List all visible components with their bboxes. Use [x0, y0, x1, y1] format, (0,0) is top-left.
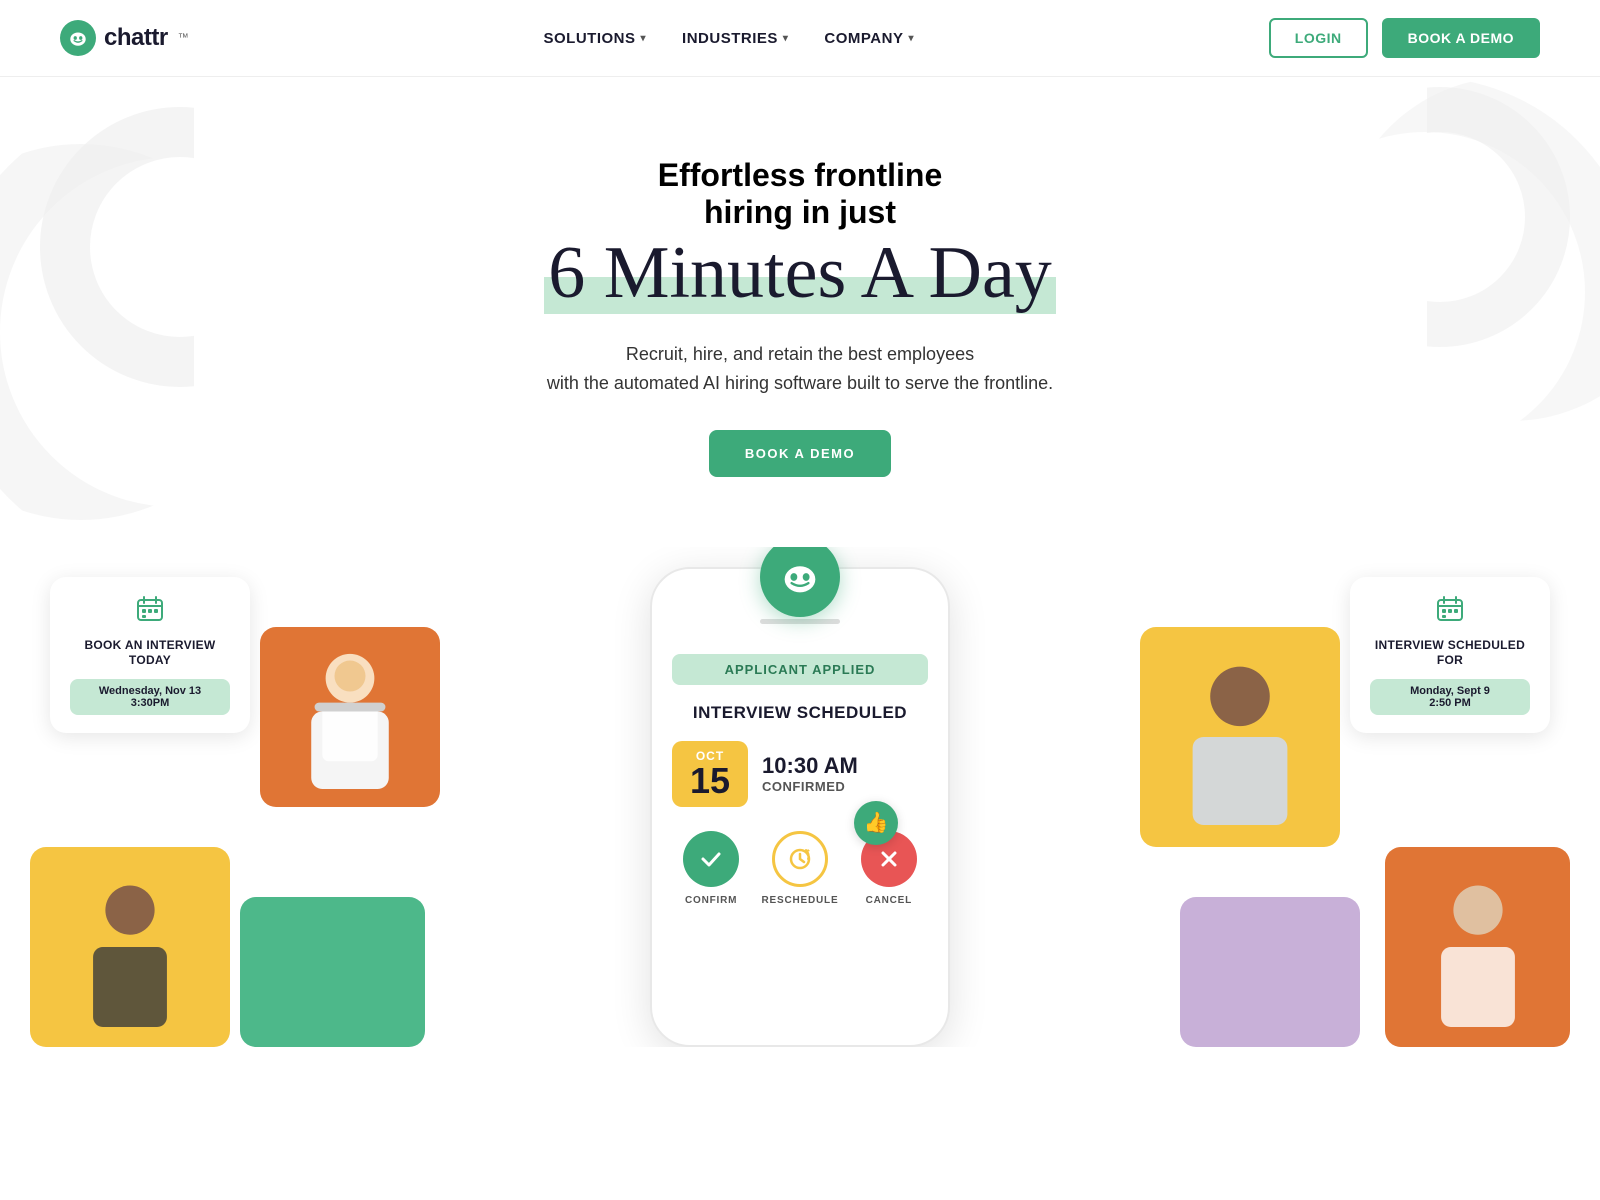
date-day: 15 [690, 763, 730, 799]
left-interview-card: BOOK AN INTERVIEW TODAY Wednesday, Nov 1… [50, 577, 250, 733]
chevron-down-icon: ▾ [783, 33, 789, 44]
interview-time: 10:30 AM [762, 753, 858, 779]
photo-thumb-4 [1140, 627, 1340, 847]
reschedule-button[interactable] [772, 831, 828, 887]
date-box: OCT 15 [672, 741, 748, 807]
hero-subtitle: Recruit, hire, and retain the best emplo… [510, 340, 1090, 398]
time-info: 10:30 AM CONFIRMED [762, 753, 858, 794]
photo-thumb-3 [240, 897, 425, 1047]
left-card-date: Wednesday, Nov 13 3:30PM [70, 679, 230, 715]
hero-section: Effortless frontline hiring in just 6 Mi… [0, 77, 1600, 517]
book-demo-nav-button[interactable]: BOOK A DEMO [1382, 18, 1540, 58]
nav-actions: LOGIN BOOK A DEMO [1269, 18, 1540, 58]
chattr-float-container [799, 547, 801, 587]
logo-icon [60, 20, 96, 56]
chevron-down-icon: ▾ [908, 33, 914, 44]
reschedule-action: RESCHEDULE [762, 831, 839, 906]
right-interview-card: INTERVIEW SCHEDULED FOR Monday, Sept 9 2… [1350, 577, 1550, 733]
login-button[interactable]: LOGIN [1269, 18, 1368, 58]
book-demo-hero-button[interactable]: BOOK A DEMO [709, 430, 891, 477]
phone-date-row: OCT 15 10:30 AM CONFIRMED [672, 741, 928, 807]
phone-action-buttons: 👍 CONFIRM RESCH [672, 831, 928, 906]
phone-top-bar [760, 619, 840, 624]
logo-trademark: ™ [178, 32, 189, 44]
logo[interactable]: chattr ™ [60, 20, 189, 56]
photo-thumb-6 [1180, 897, 1360, 1047]
cancel-label: CANCEL [866, 895, 912, 906]
photo-thumb-1 [260, 627, 440, 807]
confirm-label: CONFIRM [685, 895, 737, 906]
nav-links: SOLUTIONS ▾ INDUSTRIES ▾ COMPANY ▾ [543, 30, 914, 47]
photo-thumb-5 [1385, 847, 1570, 1047]
calendar-icon-left [70, 595, 230, 630]
photo-thumb-2 [30, 847, 230, 1047]
confirm-action: CONFIRM [683, 831, 739, 906]
confirmed-status: CONFIRMED [762, 779, 858, 794]
hero-title: Effortless frontline hiring in just 6 Mi… [60, 157, 1540, 316]
applicant-applied-badge: APPLICANT APPLIED [672, 654, 928, 685]
nav-industries[interactable]: INDUSTRIES ▾ [682, 30, 788, 47]
thumbs-up-float: 👍 [854, 801, 898, 845]
calendar-icon-right [1370, 595, 1530, 630]
nav-solutions[interactable]: SOLUTIONS ▾ [543, 30, 646, 47]
reschedule-label: RESCHEDULE [762, 895, 839, 906]
logo-text: chattr [104, 24, 168, 52]
navbar: chattr ™ SOLUTIONS ▾ INDUSTRIES ▾ COMPAN… [0, 0, 1600, 77]
right-card-date: Monday, Sept 9 2:50 PM [1370, 679, 1530, 715]
interview-scheduled-title: INTERVIEW SCHEDULED [672, 703, 928, 723]
chevron-down-icon: ▾ [641, 33, 647, 44]
phone-mockup: APPLICANT APPLIED INTERVIEW SCHEDULED OC… [650, 567, 950, 1047]
hero-handwriting: 6 Minutes A Day [60, 231, 1540, 316]
mockup-area: BOOK AN INTERVIEW TODAY Wednesday, Nov 1… [0, 547, 1600, 1047]
left-card-title: BOOK AN INTERVIEW TODAY [70, 638, 230, 669]
nav-company[interactable]: COMPANY ▾ [824, 30, 914, 47]
confirm-button[interactable] [683, 831, 739, 887]
right-card-title: INTERVIEW SCHEDULED FOR [1370, 638, 1530, 669]
